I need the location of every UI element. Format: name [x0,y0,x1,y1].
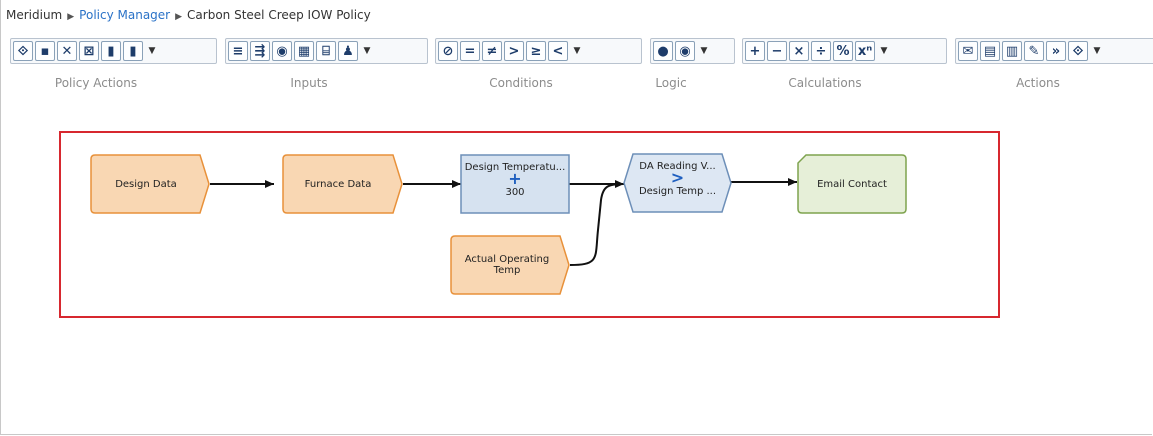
connector-actual-to-comparison [569,183,625,266]
node-label: Furnace Data [304,178,372,190]
node-label: Email Contact [817,178,887,190]
plus-operator-icon: + [508,169,522,188]
toolbar-group-label: Logic [655,76,687,90]
toolbar-group-label: Inputs [290,76,328,90]
node-actual-operating-temp[interactable]: Actual Operating Temp [453,236,561,294]
toolbar-group-label: Conditions [489,76,553,90]
node-addition[interactable]: Design Temperatu... + 300 [461,157,569,211]
node-label: Design Data [115,178,177,190]
node-comparison[interactable]: DA Reading V... > Design Temp ... [626,155,729,211]
node-bottom-label: 300 [505,187,525,198]
node-email-contact[interactable]: Email Contact [798,155,906,213]
policy-diagram [90,153,907,295]
toolbar-group-label: Actions [1016,76,1060,90]
node-bottom-label: Design Temp ... [638,186,717,197]
node-design-data[interactable]: Design Data [91,155,201,213]
node-furnace-data[interactable]: Furnace Data [283,155,393,213]
toolbar-group-label: Policy Actions [54,76,138,90]
toolbar-group-label: Calculations [788,76,862,90]
node-label: Actual Operating Temp [464,254,550,276]
greater-than-operator-icon: > [670,168,685,187]
